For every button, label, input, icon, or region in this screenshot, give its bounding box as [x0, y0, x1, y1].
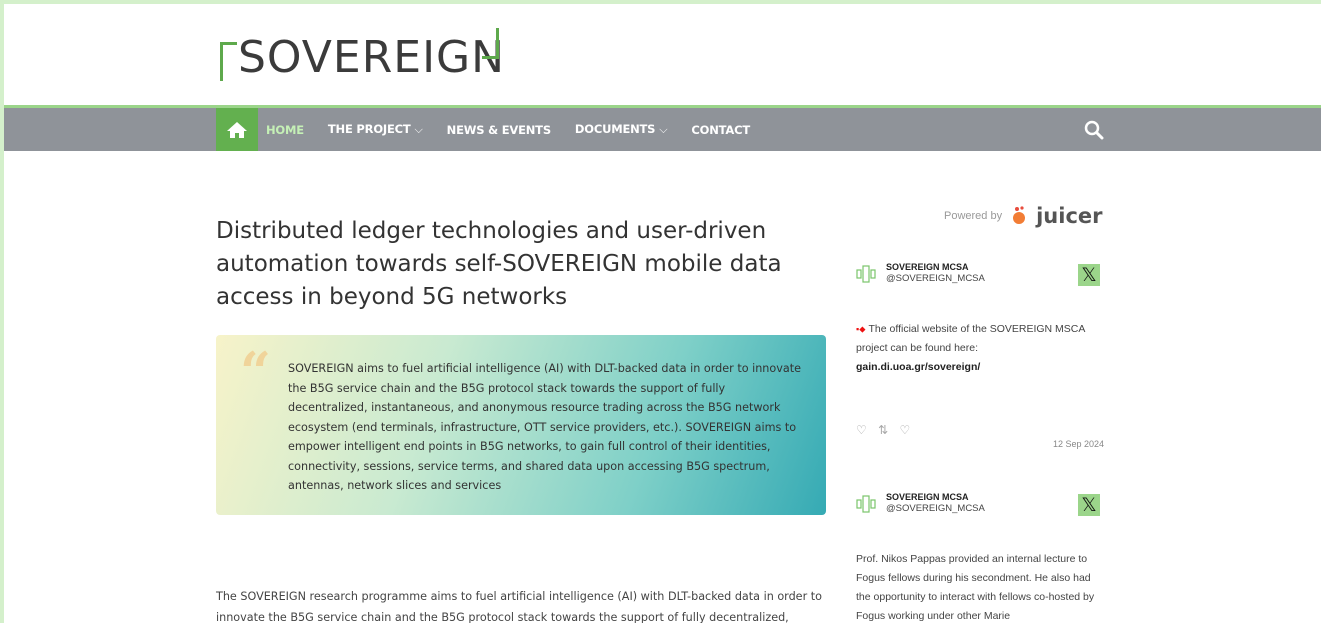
- quote-box: “ SOVEREIGN aims to fuel artificial inte…: [216, 335, 826, 515]
- logo-bracket-right: [482, 28, 499, 59]
- juicer-wordmark: juicer: [1036, 204, 1103, 228]
- post-date: 12 Sep 2024: [1052, 439, 1104, 449]
- feed-post[interactable]: SOVEREIGN MCSA @SOVEREIGN_MCSA 𝕏 ▪⬥ The o…: [856, 262, 1104, 449]
- quote-text: SOVEREIGN aims to fuel artificial intell…: [288, 362, 801, 492]
- post-text: ▪⬥ The official website of the SOVEREIGN …: [856, 320, 1104, 377]
- juicer-icon: [1010, 205, 1028, 228]
- logo-text: SOVEREIGN: [238, 32, 506, 83]
- nav-items: HOME THE PROJECT ⌵ NEWS & EVENTS DOCUMENT…: [266, 108, 774, 151]
- nav-item-label: THE PROJECT: [327, 122, 411, 136]
- powered-by-juicer[interactable]: Powered by juicer: [944, 204, 1103, 228]
- nav-item-label: DOCUMENTS: [574, 122, 656, 136]
- post-author-name: SOVEREIGN MCSA: [886, 262, 969, 272]
- post-body: The official website of the SOVEREIGN MS…: [856, 323, 1085, 354]
- quote-icon: “: [240, 340, 272, 404]
- nav-item-documents[interactable]: DOCUMENTS ⌵: [575, 122, 668, 137]
- post-author-handle: @SOVEREIGN_MCSA: [886, 273, 985, 284]
- search-icon[interactable]: [1084, 120, 1104, 140]
- post-header: SOVEREIGN MCSA @SOVEREIGN_MCSA 𝕏: [856, 492, 1104, 532]
- nav-item-the-project[interactable]: THE PROJECT ⌵: [328, 122, 423, 137]
- post-actions[interactable]: ♡ ⇅ ♡: [856, 423, 1104, 437]
- site-logo[interactable]: SOVEREIGN: [216, 24, 504, 86]
- nav-item-news-events[interactable]: NEWS & EVENTS: [447, 123, 551, 137]
- avatar: [856, 265, 876, 283]
- post-author-name: SOVEREIGN MCSA: [886, 492, 969, 502]
- page-title: Distributed ledger technologies and user…: [216, 218, 782, 310]
- nav-item-home[interactable]: HOME: [266, 123, 304, 137]
- chevron-down-icon: ⌵: [659, 123, 668, 136]
- x-icon[interactable]: 𝕏: [1078, 264, 1100, 286]
- flag-icon: ▪⬥: [856, 324, 866, 334]
- body-paragraph: The SOVEREIGN research programme aims to…: [216, 590, 822, 623]
- x-icon[interactable]: 𝕏: [1078, 494, 1100, 516]
- post-text: Prof. Nikos Pappas provided an internal …: [856, 553, 1095, 622]
- site-header: SOVEREIGN: [4, 4, 1321, 108]
- feed-post[interactable]: SOVEREIGN MCSA @SOVEREIGN_MCSA 𝕏 Prof. N…: [856, 492, 1104, 623]
- chevron-down-icon: ⌵: [414, 123, 423, 136]
- main-nav: HOME THE PROJECT ⌵ NEWS & EVENTS DOCUMENT…: [4, 108, 1321, 151]
- post-link[interactable]: gain.di.uoa.gr/sovereign/: [856, 358, 1104, 377]
- post-header: SOVEREIGN MCSA @SOVEREIGN_MCSA 𝕏: [856, 262, 1104, 302]
- logo-bracket-left: [220, 42, 237, 81]
- powered-by-label: Powered by: [944, 210, 1003, 222]
- page: SOVEREIGN HOME THE PROJECT ⌵ NEWS & EVENT…: [4, 4, 1321, 623]
- post-author-handle: @SOVEREIGN_MCSA: [886, 503, 985, 514]
- avatar: [856, 495, 876, 513]
- nav-item-contact[interactable]: CONTACT: [691, 123, 750, 137]
- home-icon[interactable]: [216, 108, 258, 151]
